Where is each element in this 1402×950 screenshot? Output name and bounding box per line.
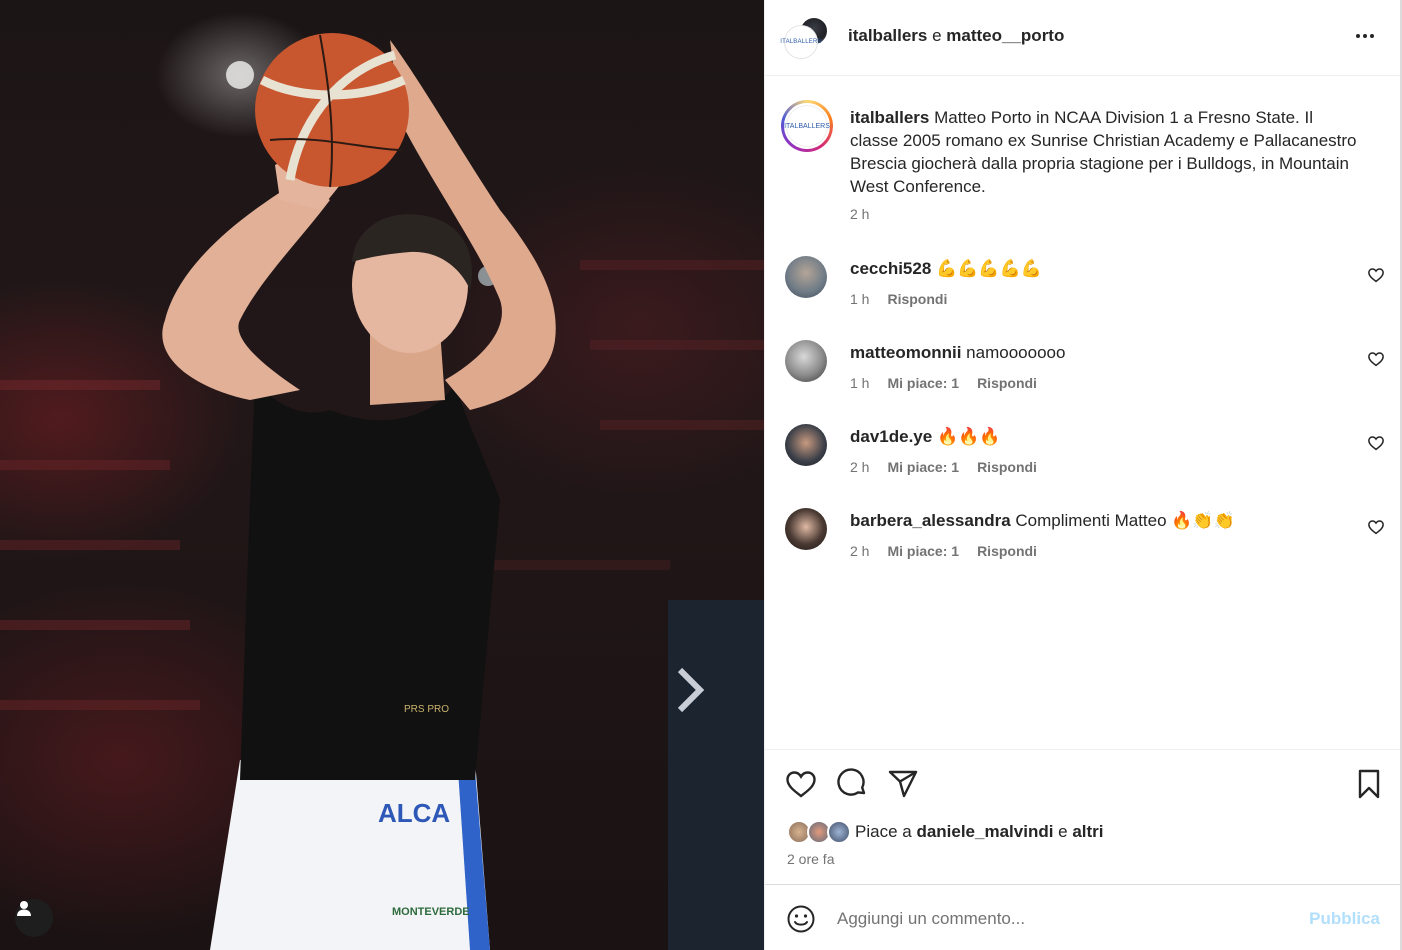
tagged-people-button[interactable]	[15, 899, 53, 937]
comment-text: matteomonnii namooooooo	[850, 343, 1066, 362]
svg-text:ALCA: ALCA	[378, 798, 450, 828]
player-illustration: ALCA MONTEVERDE PRS PRO	[0, 33, 764, 950]
comment-item: dav1de.ye 🔥🔥🔥 2 h Mi piace: 1 Rispondi	[785, 424, 1385, 494]
avatar[interactable]	[785, 424, 827, 466]
comment-time: 1 h	[850, 375, 870, 391]
reply-button[interactable]: Rispondi	[977, 375, 1037, 391]
more-options-button[interactable]	[1352, 26, 1378, 46]
caption-text: italballers Matteo Porto in NCAA Divisio…	[850, 108, 1357, 196]
player-shorts	[210, 760, 490, 950]
author-link[interactable]: matteo__porto	[946, 26, 1064, 45]
comment-username[interactable]: barbera_alessandra	[850, 511, 1011, 530]
publish-button[interactable]: Pubblica	[1309, 909, 1380, 929]
avatar[interactable]	[785, 340, 827, 382]
author-link[interactable]: italballers	[848, 26, 927, 45]
comment-likes[interactable]: Mi piace: 1	[887, 459, 959, 475]
heart-icon[interactable]	[1367, 518, 1385, 536]
comment-meta: 1 h Rispondi	[850, 291, 965, 307]
person-icon	[17, 901, 31, 916]
player-left-arm	[162, 180, 330, 400]
comment-likes[interactable]: Mi piace: 1	[887, 375, 959, 391]
smiley-icon[interactable]	[785, 903, 817, 935]
comment-meta: 2 h Mi piace: 1 Rispondi	[850, 543, 1055, 559]
comment-username[interactable]: dav1de.ye	[850, 427, 932, 446]
reply-button[interactable]: Rispondi	[887, 291, 947, 307]
comment-text: cecchi528 💪💪💪💪💪	[850, 259, 1042, 278]
avatar[interactable]	[785, 508, 827, 550]
post-header: ITALBALLERS italballers e matteo__porto	[765, 0, 1400, 76]
avatar[interactable]: ITALBALLERS	[781, 100, 833, 152]
post-panel: ITALBALLERS italballers e matteo__porto …	[764, 0, 1402, 950]
post-authors: italballers e matteo__porto	[848, 26, 1065, 45]
liker-avatars[interactable]	[787, 820, 853, 846]
comment-username[interactable]: cecchi528	[850, 259, 931, 278]
avatar[interactable]: ITALBALLERS	[780, 26, 822, 58]
comment-time: 1 h	[850, 291, 870, 307]
heart-icon[interactable]	[785, 768, 817, 800]
comment-meta: 1 h Mi piace: 1 Rispondi	[850, 375, 1055, 391]
arena-light	[226, 61, 254, 89]
comment-text: dav1de.ye 🔥🔥🔥	[850, 427, 1001, 446]
svg-text:MONTEVERDE: MONTEVERDE	[392, 906, 470, 918]
reply-button[interactable]: Rispondi	[977, 459, 1037, 475]
post-photo[interactable]: ALCA MONTEVERDE PRS PRO	[0, 0, 764, 950]
bookmark-icon[interactable]	[1353, 768, 1385, 800]
comment-meta: 2 h Mi piace: 1 Rispondi	[850, 459, 1055, 475]
svg-text:PRS PRO: PRS PRO	[404, 704, 449, 715]
comment-item: barbera_alessandra Complimenti Matteo 🔥👏…	[785, 508, 1385, 578]
more-horizontal-icon	[1356, 34, 1360, 38]
comment-icon[interactable]	[836, 768, 868, 800]
basket-stanchion	[668, 600, 764, 950]
comment-username[interactable]: matteomonnii	[850, 343, 961, 362]
paper-plane-icon[interactable]	[887, 768, 919, 800]
heart-icon[interactable]	[1367, 350, 1385, 368]
comment-item: cecchi528 💪💪💪💪💪 1 h Rispondi	[785, 256, 1385, 326]
comment-time: 2 h	[850, 543, 870, 559]
caption-username[interactable]: italballers	[850, 108, 929, 127]
collab-avatars[interactable]: ITALBALLERS	[780, 16, 829, 60]
likes-text: Piace a daniele_malvindi e altri	[855, 822, 1104, 841]
heart-icon[interactable]	[1367, 434, 1385, 452]
reply-button[interactable]: Rispondi	[977, 543, 1037, 559]
player-jersey	[240, 380, 500, 780]
basketball	[255, 33, 409, 188]
heart-icon[interactable]	[1367, 266, 1385, 284]
post-timestamp: 2 ore fa	[787, 851, 835, 867]
caption-time: 2 h	[850, 206, 870, 222]
others-link[interactable]: altri	[1072, 822, 1103, 841]
comment-composer: Pubblica	[765, 884, 1400, 950]
post-actions: Piace a daniele_malvindi e altri 2 ore f…	[765, 749, 1400, 884]
comment-input[interactable]	[837, 903, 1287, 935]
comment-text: barbera_alessandra Complimenti Matteo 🔥👏…	[850, 511, 1235, 530]
avatar[interactable]	[785, 256, 827, 298]
comment-time: 2 h	[850, 459, 870, 475]
comment-likes[interactable]: Mi piace: 1	[887, 543, 959, 559]
comment-item: matteomonnii namooooooo 1 h Mi piace: 1 Ri…	[785, 340, 1385, 410]
liker-link[interactable]: daniele_malvindi	[916, 822, 1053, 841]
avatar[interactable]	[827, 820, 851, 844]
